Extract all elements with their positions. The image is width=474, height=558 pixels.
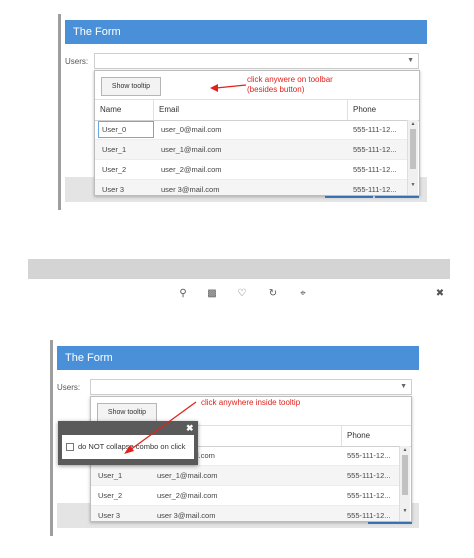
annotation-text: click anywere on toolbar (besides button… bbox=[247, 75, 333, 95]
cell-name[interactable]: User 3 bbox=[102, 180, 124, 195]
cell-phone[interactable]: 555-111-12... bbox=[353, 180, 405, 195]
scrollbar-thumb[interactable] bbox=[410, 129, 416, 169]
collapse-checkbox[interactable] bbox=[66, 443, 74, 451]
zoom-in-icon[interactable]: ⚲ bbox=[176, 288, 190, 299]
rotate-icon[interactable]: ↻ bbox=[266, 288, 280, 299]
cell-name[interactable]: User_2 bbox=[102, 160, 126, 179]
cell-email[interactable]: user_1@mail.com bbox=[157, 466, 218, 485]
cell-phone[interactable]: 555-111-12... bbox=[353, 160, 405, 179]
table-row[interactable]: User_1 user_1@mail.com 555-111-12... bbox=[95, 140, 407, 160]
scroll-down-icon[interactable]: ▼ bbox=[408, 182, 418, 188]
annotation-arrow bbox=[124, 401, 197, 454]
table-row[interactable]: User_1 user_1@mail.com 555-111-12... bbox=[91, 466, 399, 486]
chevron-down-icon[interactable]: ▼ bbox=[407, 57, 414, 64]
scroll-up-icon[interactable]: ▲ bbox=[408, 121, 418, 127]
scrollbar-thumb[interactable] bbox=[402, 455, 408, 495]
cell-name[interactable]: User_0 bbox=[102, 120, 126, 139]
annotation-text: click anywhere inside tooltip bbox=[201, 398, 301, 407]
vertical-scrollbar[interactable]: ▲ ▼ bbox=[407, 120, 418, 195]
viewer-bar bbox=[28, 259, 450, 279]
cell-phone[interactable]: 555-111-12... bbox=[347, 466, 397, 485]
cell-email[interactable]: user 3@mail.com bbox=[157, 506, 215, 521]
table-row[interactable]: User_2 user_2@mail.com 555-111-12... bbox=[91, 486, 399, 506]
annotation-arrow bbox=[210, 84, 247, 92]
annotation-line: click anywere on toolbar bbox=[247, 75, 333, 84]
column-header-phone[interactable]: Phone bbox=[341, 426, 411, 446]
cell-email[interactable]: user_1@mail.com bbox=[161, 140, 222, 159]
scroll-up-icon[interactable]: ▲ bbox=[400, 447, 410, 453]
cell-name[interactable]: User 3 bbox=[98, 506, 120, 521]
table-row[interactable]: User 3 user 3@mail.com 555-111-12... bbox=[91, 506, 399, 521]
cell-phone[interactable]: 555-111-12... bbox=[347, 486, 397, 505]
crop-icon[interactable]: ⌖ bbox=[296, 288, 310, 299]
top-form-panel: The Form Users: ▼ Show tooltip Name Emai… bbox=[61, 14, 431, 210]
column-header-name[interactable]: Name bbox=[95, 100, 153, 120]
cell-name[interactable]: User_1 bbox=[102, 140, 126, 159]
column-header-email[interactable]: Email bbox=[153, 100, 347, 120]
column-header-phone[interactable]: Phone bbox=[347, 100, 419, 120]
tools-icon[interactable]: ✖ bbox=[433, 288, 447, 299]
chevron-down-icon[interactable]: ▼ bbox=[400, 383, 407, 390]
cell-phone[interactable]: 555-111-12... bbox=[353, 140, 405, 159]
cell-email[interactable]: user_0@mail.com bbox=[161, 120, 222, 139]
trash-icon[interactable]: ▩ bbox=[205, 288, 219, 299]
cell-phone[interactable]: 555-111-12... bbox=[353, 120, 405, 139]
users-label: Users: bbox=[65, 57, 89, 66]
show-tooltip-button[interactable]: Show tooltip bbox=[101, 77, 161, 96]
cell-phone[interactable]: 555-111-12... bbox=[347, 446, 397, 465]
table-row[interactable]: User_2 user_2@mail.com 555-111-12... bbox=[95, 160, 407, 180]
cell-name[interactable]: User_2 bbox=[98, 486, 122, 505]
cell-name[interactable]: User_1 bbox=[98, 466, 122, 485]
users-combo[interactable]: ▼ bbox=[94, 53, 419, 69]
table-row[interactable]: User_0 user_0@mail.com 555-111-12... bbox=[95, 120, 407, 140]
users-label: Users: bbox=[57, 383, 81, 392]
scroll-down-icon[interactable]: ▼ bbox=[400, 508, 410, 514]
users-combo[interactable]: ▼ bbox=[90, 379, 412, 395]
cell-phone[interactable]: 555-111-12... bbox=[347, 506, 397, 521]
vertical-scrollbar[interactable]: ▲ ▼ bbox=[399, 446, 410, 521]
cell-email[interactable]: user_2@mail.com bbox=[161, 160, 222, 179]
table-row[interactable]: User 3 user 3@mail.com 555-111-12... bbox=[95, 180, 407, 195]
form-title: The Form bbox=[57, 346, 419, 370]
cell-email[interactable]: user 3@mail.com bbox=[161, 180, 219, 195]
heart-icon[interactable]: ♡ bbox=[235, 288, 249, 299]
cell-email[interactable]: user_2@mail.com bbox=[157, 486, 218, 505]
grid-header: Name Email Phone bbox=[95, 99, 419, 121]
form-title: The Form bbox=[65, 20, 427, 44]
annotation-line: (besides button) bbox=[247, 85, 305, 94]
